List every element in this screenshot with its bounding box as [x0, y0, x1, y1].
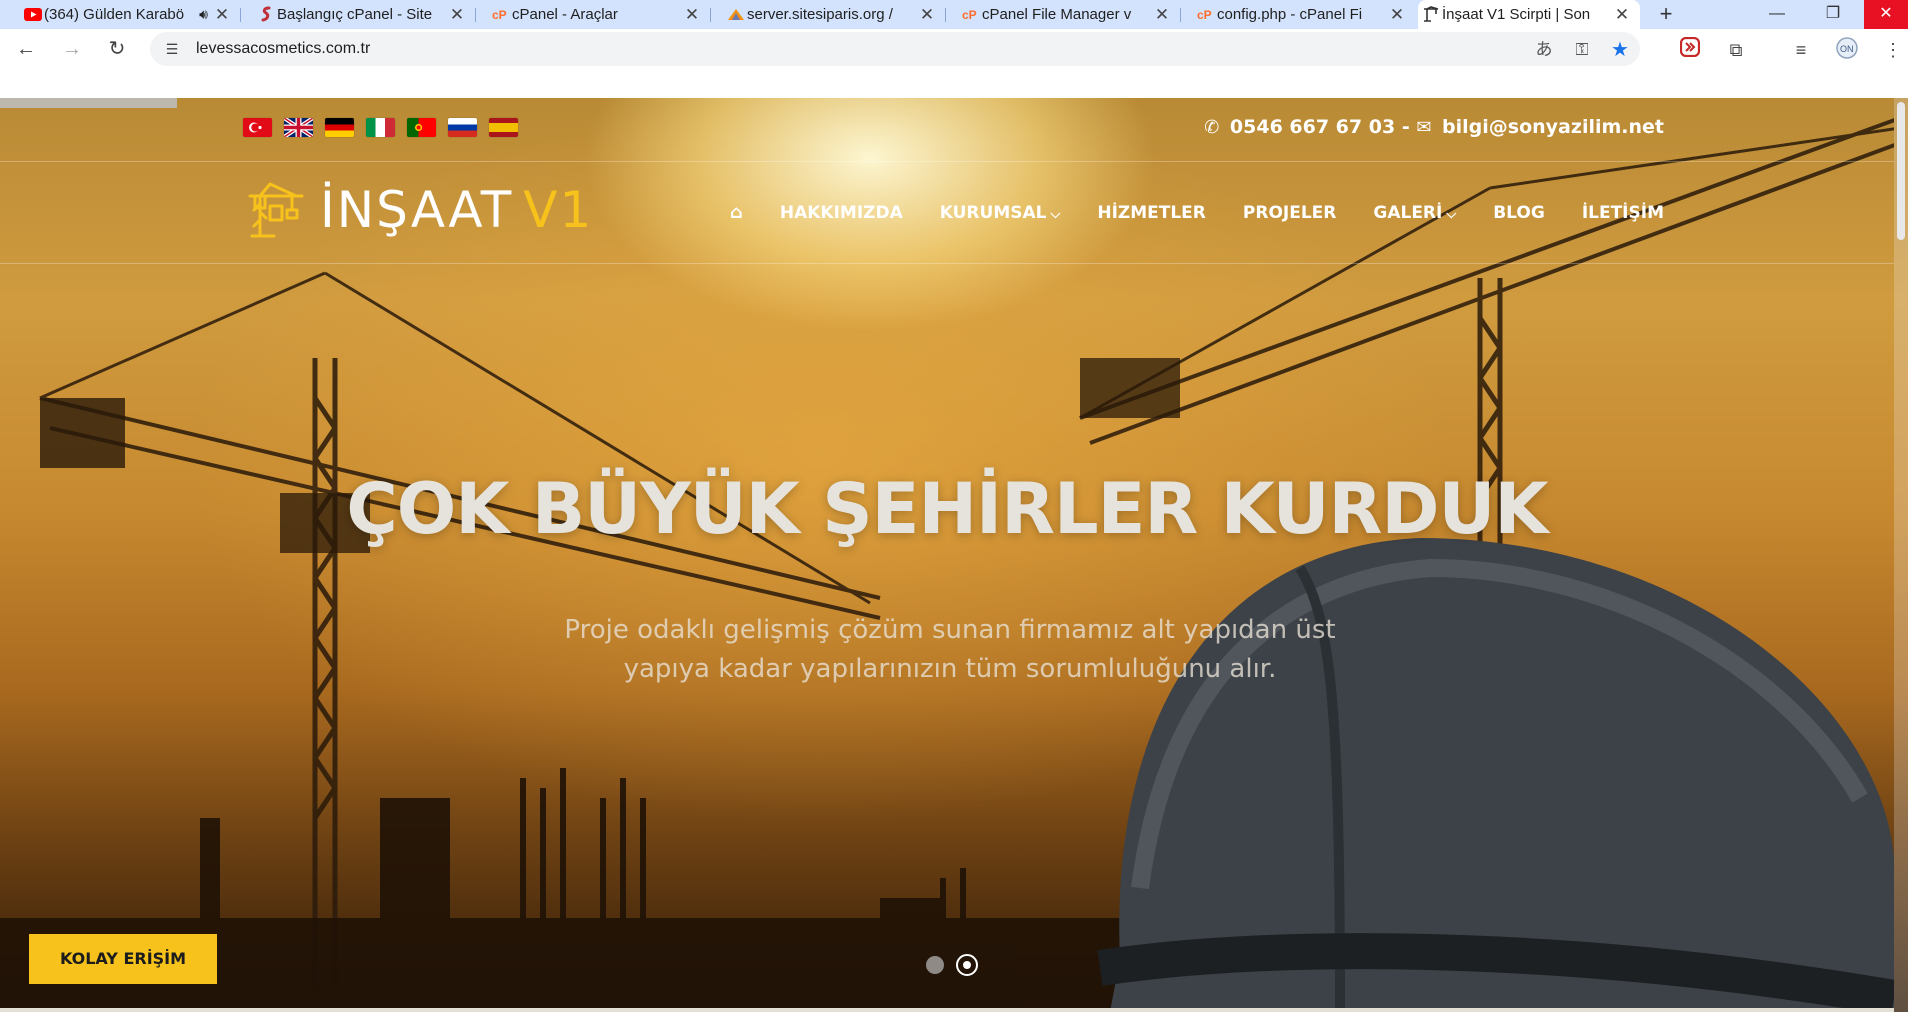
crane-icon — [1422, 6, 1440, 22]
nav-kurumsal-label: KURUMSAL — [939, 202, 1047, 223]
page-bottom-edge — [0, 1008, 1894, 1012]
close-icon[interactable]: ✕ — [1154, 5, 1170, 25]
extensions-puzzle-icon[interactable]: ⧉ — [1723, 37, 1749, 63]
home-icon[interactable]: ⌂ — [730, 202, 743, 223]
svg-text:cP: cP — [1197, 8, 1212, 20]
close-icon[interactable]: ✕ — [214, 5, 230, 25]
top-divider — [0, 161, 1894, 162]
tab-strip: (364) Gülden Karabö 🔊︎ ✕ Başlangıç cPane… — [0, 0, 1908, 29]
tab-title: cPanel - Araçlar — [512, 6, 618, 23]
tab-title: Başlangıç cPanel - Site — [277, 6, 433, 23]
flag-ru-icon[interactable] — [448, 118, 477, 137]
nav-kurumsal[interactable]: KURUMSAL ⌵ — [940, 203, 1061, 223]
close-icon[interactable]: ✕ — [919, 5, 935, 25]
svg-text:cP: cP — [492, 8, 507, 20]
tab-title: server.sitesiparis.org / — [747, 6, 893, 23]
crane-logo-icon — [248, 182, 304, 238]
website-viewport: ✆ 0546 667 67 03 - ✉ bilgi@sonyazilim.ne… — [0, 98, 1908, 1012]
flag-it-icon[interactable] — [366, 118, 395, 137]
hero-subtitle: Proje odaklı gelişmiş çözüm sunan firmam… — [564, 615, 1336, 684]
cpanel-icon: cP — [1197, 6, 1215, 22]
new-tab-button[interactable]: + — [1654, 0, 1678, 29]
address-bar[interactable]: ☰ levessacosmetics.com.tr あ ⚿ ★ — [150, 32, 1640, 66]
hero-title: ÇOK BÜYÜK ŞEHİRLER KURDUK — [346, 468, 1548, 550]
nav-hakkimizda[interactable]: HAKKIMIZDA — [780, 203, 903, 223]
nav-hizmetler[interactable]: HİZMETLER — [1097, 203, 1206, 223]
contact-phone[interactable]: 0546 667 67 03 — [1230, 116, 1395, 138]
nav-blog[interactable]: BLOG — [1493, 203, 1545, 223]
media-control-icon[interactable]: ≡ — [1788, 37, 1814, 63]
contact-info: ✆ 0546 667 67 03 - ✉ bilgi@sonyazilim.ne… — [1204, 116, 1664, 138]
menu-kebab-icon[interactable]: ⋮ — [1880, 37, 1906, 63]
tab-file-manager[interactable]: cP cPanel File Manager v ✕ — [958, 0, 1181, 29]
loading-bar — [0, 98, 177, 108]
flag-tr-icon[interactable] — [243, 118, 272, 137]
scrollbar-thumb[interactable] — [1897, 102, 1905, 240]
contact-separator: - — [1401, 116, 1410, 138]
svg-text:ON: ON — [1840, 44, 1854, 54]
site-logo[interactable]: İNŞAAT V1 — [246, 180, 593, 240]
window-close-icon[interactable]: ✕ — [1864, 0, 1908, 29]
tab-title: İnşaat V1 Scirpti | Son — [1442, 6, 1591, 23]
main-navigation: ⌂ HAKKIMIZDA KURUMSAL ⌵ HİZMETLER PROJELE… — [730, 202, 1664, 223]
chevron-down-icon: ⌵ — [1050, 206, 1061, 222]
audio-icon[interactable]: 🔊︎ — [199, 6, 208, 23]
envelope-icon: ✉ — [1416, 117, 1432, 138]
reload-icon[interactable]: ↻ — [103, 35, 131, 63]
language-flags — [243, 118, 518, 137]
tab-cpanel-start[interactable]: Başlangıç cPanel - Site ✕ — [253, 0, 476, 29]
phpmyadmin-icon — [727, 6, 745, 22]
close-icon[interactable]: ✕ — [449, 5, 465, 25]
nav-projeler[interactable]: PROJELER — [1243, 203, 1336, 223]
slider-dot-1[interactable] — [926, 956, 944, 974]
youtube-icon — [24, 6, 42, 22]
chevron-down-icon: ⌵ — [1446, 206, 1457, 222]
browser-toolbar: ← → ↻ ☰ levessacosmetics.com.tr あ ⚿ ★ ⧉ … — [0, 29, 1908, 68]
minimize-icon[interactable]: — — [1752, 0, 1802, 29]
contact-email[interactable]: bilgi@sonyazilim.net — [1442, 116, 1664, 138]
close-icon[interactable]: ✕ — [684, 5, 700, 25]
tab-youtube[interactable]: (364) Gülden Karabö 🔊︎ ✕ — [20, 0, 241, 29]
password-key-icon[interactable]: ⚿ — [1570, 38, 1594, 62]
logo-text: İNŞAAT V1 — [320, 181, 593, 239]
header-divider — [0, 263, 1894, 264]
translate-icon[interactable]: あ — [1532, 38, 1556, 62]
tab-cpanel-tools[interactable]: cP cPanel - Araçlar ✕ — [488, 0, 711, 29]
tab-title: (364) Gülden Karabö — [44, 6, 185, 23]
scrollbar[interactable] — [1894, 98, 1908, 1012]
forward-icon[interactable]: → — [58, 35, 86, 63]
site-settings-icon[interactable]: ☰ — [162, 39, 182, 59]
tab-config[interactable]: cP config.php - cPanel Fi ✕ — [1193, 0, 1415, 29]
flag-de-icon[interactable] — [325, 118, 354, 137]
cpanel-icon: cP — [962, 6, 980, 22]
back-icon[interactable]: ← — [12, 35, 40, 63]
cpanel-icon: cP — [492, 6, 510, 22]
extension-red-icon[interactable] — [1677, 36, 1703, 63]
flag-es-icon[interactable] — [489, 118, 518, 137]
url-text[interactable]: levessacosmetics.com.tr — [196, 40, 370, 58]
nav-iletisim[interactable]: İLETİŞİM — [1582, 203, 1664, 223]
logo-accent: V1 — [523, 181, 594, 239]
close-icon[interactable]: ✕ — [1389, 5, 1405, 25]
tab-title: cPanel File Manager v — [982, 6, 1132, 23]
flag-gb-icon[interactable] — [284, 118, 313, 137]
slider-dots — [926, 954, 978, 976]
kolay-erisim-button[interactable]: KOLAY ERİŞİM — [29, 934, 217, 984]
flag-pt-icon[interactable] — [407, 118, 436, 137]
logo-main: İNŞAAT — [320, 181, 514, 239]
tab-title: config.php - cPanel Fi — [1217, 6, 1363, 23]
tab-insaat[interactable]: İnşaat V1 Scirpti | Son ✕ — [1418, 0, 1640, 29]
restore-icon[interactable]: ❐ — [1808, 0, 1858, 29]
slider-dot-2[interactable] — [956, 954, 978, 976]
nav-galeri[interactable]: GALERİ ⌵ — [1373, 203, 1456, 223]
phone-icon: ✆ — [1204, 117, 1220, 138]
tab-phpmyadmin[interactable]: server.sitesiparis.org / ✕ — [723, 0, 946, 29]
nav-galeri-label: GALERİ — [1373, 202, 1443, 223]
close-icon[interactable]: ✕ — [1614, 5, 1630, 25]
profile-avatar-icon[interactable]: ON — [1834, 37, 1860, 63]
bookmark-star-icon[interactable]: ★ — [1608, 38, 1632, 62]
cpanel-start-icon — [257, 6, 275, 22]
svg-text:cP: cP — [962, 8, 977, 20]
